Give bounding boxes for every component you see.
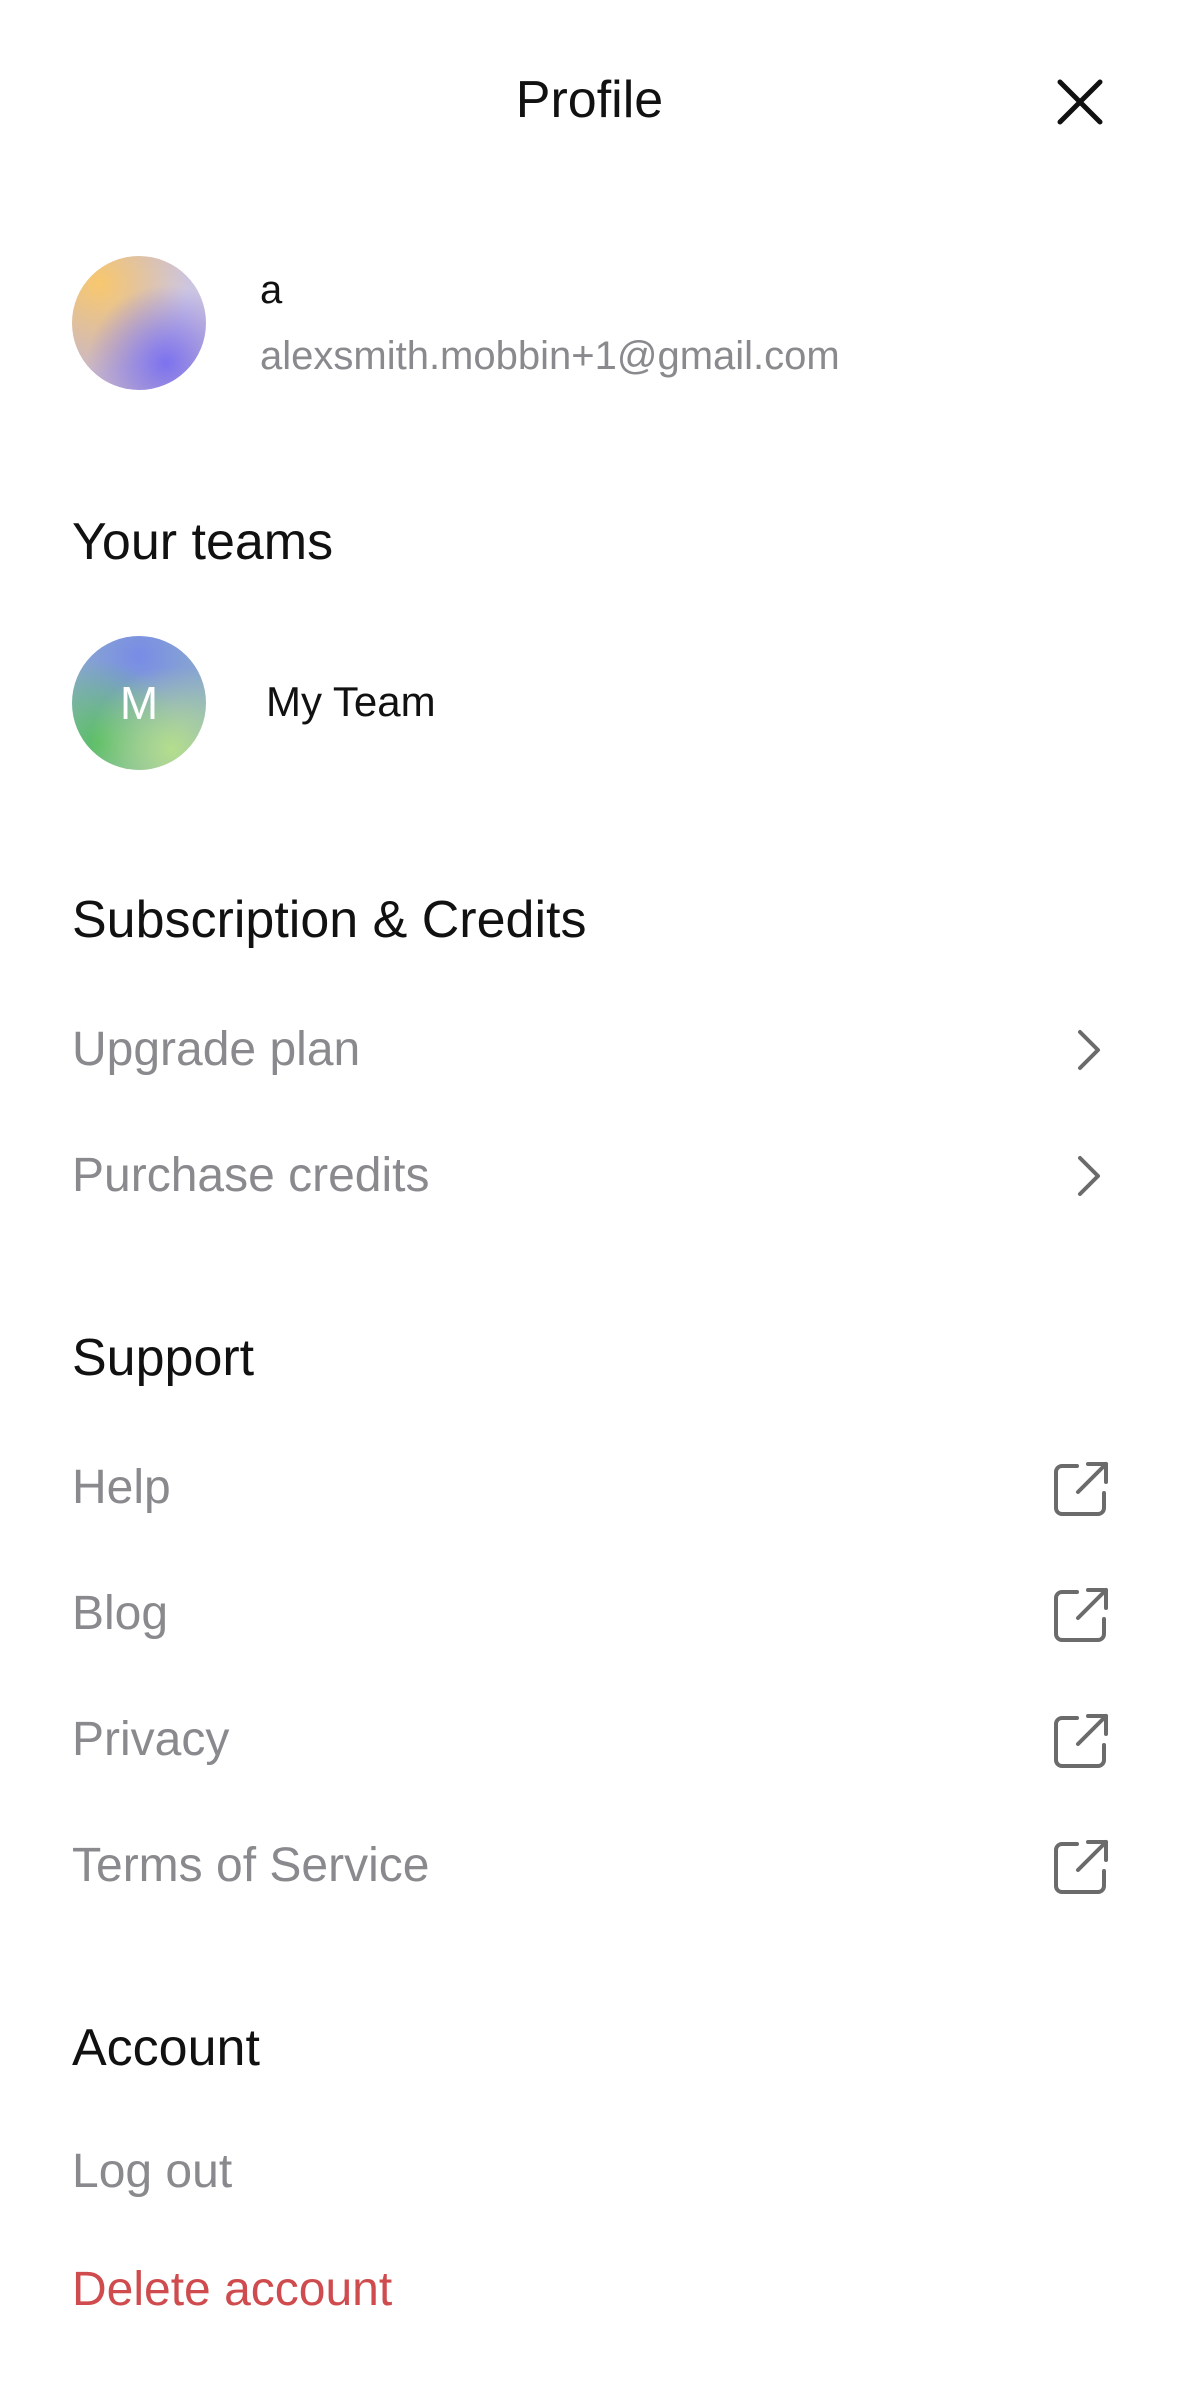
external-link-icon: [1054, 1840, 1108, 1894]
user-info: a alexsmith.mobbin+1@gmail.com: [72, 256, 1112, 390]
support-section-title: Support: [72, 1329, 255, 1387]
team-name: My Team: [266, 678, 436, 725]
close-icon: [1057, 79, 1103, 125]
header: Profile: [0, 0, 1179, 200]
user-email: alexsmith.mobbin+1@gmail.com: [260, 334, 840, 378]
team-avatar-initial: M: [119, 677, 159, 729]
user-avatar: [72, 256, 206, 390]
external-link-icon: [1054, 1714, 1108, 1768]
user-name: a: [260, 268, 283, 312]
privacy-item[interactable]: Privacy: [72, 1690, 1112, 1790]
teams-section-title: Your teams: [72, 513, 334, 571]
purchase-credits-label: Purchase credits: [72, 1149, 430, 1202]
privacy-label: Privacy: [72, 1713, 230, 1766]
delete-account-label: Delete account: [72, 2263, 393, 2316]
close-button[interactable]: [1050, 72, 1110, 132]
terms-of-service-label: Terms of Service: [72, 1839, 430, 1892]
purchase-credits-item[interactable]: Purchase credits: [72, 1126, 1112, 1226]
delete-account-item[interactable]: Delete account: [72, 2240, 1112, 2340]
subscription-section-title: Subscription & Credits: [72, 891, 587, 949]
team-avatar: M: [72, 636, 206, 770]
log-out-item[interactable]: Log out: [72, 2122, 1112, 2222]
team-item-my-team[interactable]: M My Team: [72, 636, 1112, 770]
page-title: Profile: [515, 71, 664, 129]
upgrade-plan-item[interactable]: Upgrade plan: [72, 1000, 1112, 1100]
help-label: Help: [72, 1461, 171, 1514]
chevron-right-icon: [1078, 1156, 1100, 1196]
external-link-icon: [1054, 1588, 1108, 1642]
blog-item[interactable]: Blog: [72, 1564, 1112, 1664]
terms-of-service-item[interactable]: Terms of Service: [72, 1816, 1112, 1916]
upgrade-plan-label: Upgrade plan: [72, 1023, 361, 1076]
chevron-right-icon: [1078, 1030, 1100, 1070]
account-section-title: Account: [72, 2019, 260, 2077]
external-link-icon: [1054, 1462, 1108, 1516]
help-item[interactable]: Help: [72, 1438, 1112, 1538]
log-out-label: Log out: [72, 2145, 233, 2198]
blog-label: Blog: [72, 1587, 169, 1640]
